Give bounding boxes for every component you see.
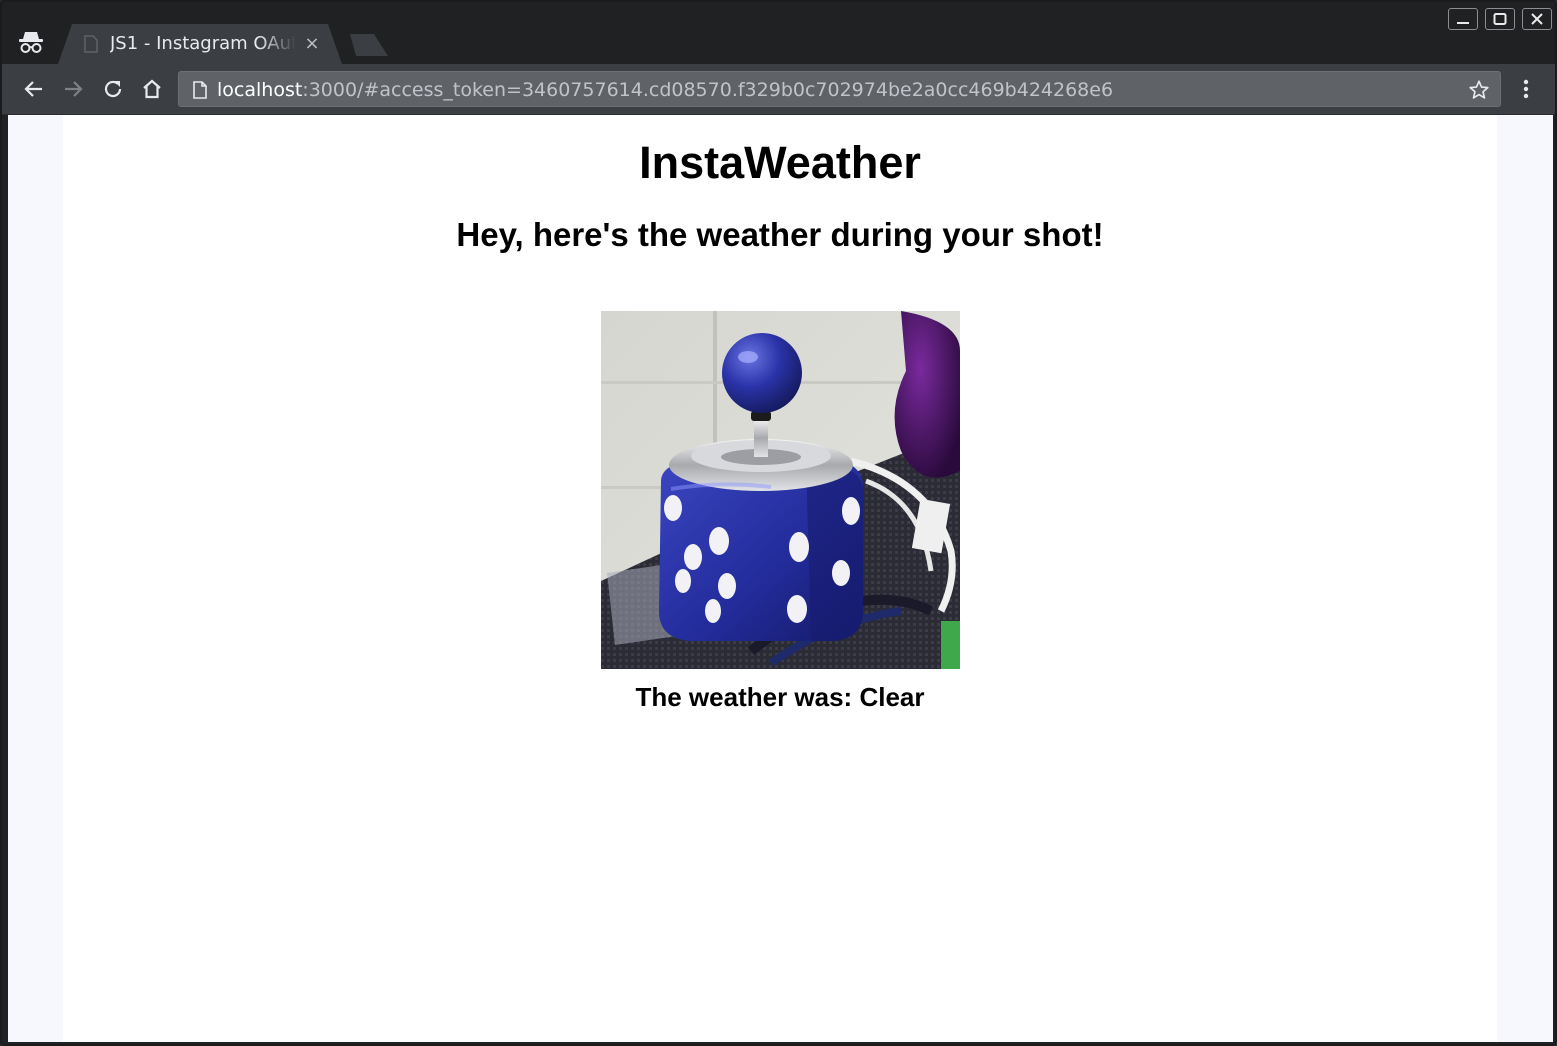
page-icon [193, 81, 207, 99]
tab-title: JS1 - Instagram OAuth [110, 33, 296, 54]
page-content: InstaWeather Hey, here's the weather dur… [63, 115, 1497, 1042]
close-window-button[interactable] [1522, 8, 1552, 30]
reload-icon[interactable] [101, 77, 125, 101]
back-arrow-icon[interactable] [22, 77, 46, 101]
instagram-photo [601, 311, 960, 669]
url-host: localhost [217, 79, 303, 101]
page-subtitle: Hey, here's the weather during your shot… [456, 216, 1104, 253]
url-text[interactable]: localhost:3000/#access_token=3460757614.… [217, 78, 1113, 102]
tab-strip: JS1 - Instagram OAuth × [2, 2, 1555, 64]
tab-active[interactable]: JS1 - Instagram OAuth × [58, 24, 342, 64]
kebab-menu-icon[interactable] [1516, 77, 1536, 101]
toolbar: localhost:3000/#access_token=3460757614.… [2, 64, 1555, 115]
incognito-icon [19, 32, 43, 53]
close-icon [1531, 13, 1543, 25]
url-path: :3000/#access_token=3460757614.cd08570.f… [302, 79, 1114, 101]
new-tab-button[interactable] [342, 34, 388, 56]
page-viewport[interactable]: InstaWeather Hey, here's the weather dur… [8, 115, 1553, 1042]
address-bar[interactable]: localhost:3000/#access_token=3460757614.… [178, 71, 1501, 107]
maximize-button[interactable] [1485, 8, 1515, 30]
star-icon[interactable] [1468, 79, 1490, 101]
page-title: InstaWeather [639, 137, 921, 188]
weather-label: The weather was: [635, 682, 860, 712]
tab-close-icon[interactable]: × [302, 34, 322, 54]
browser-window: JS1 - Instagram OAuth × localhost:3000/#… [0, 0, 1557, 1046]
weather-result: The weather was: Clear [63, 681, 1497, 713]
minimize-icon [1457, 22, 1469, 24]
page-icon [84, 35, 98, 53]
home-icon[interactable] [140, 77, 164, 101]
maximize-icon [1493, 13, 1507, 25]
minimize-button[interactable] [1448, 8, 1478, 30]
weather-value: Clear [859, 682, 925, 712]
forward-arrow-icon[interactable] [61, 77, 85, 101]
